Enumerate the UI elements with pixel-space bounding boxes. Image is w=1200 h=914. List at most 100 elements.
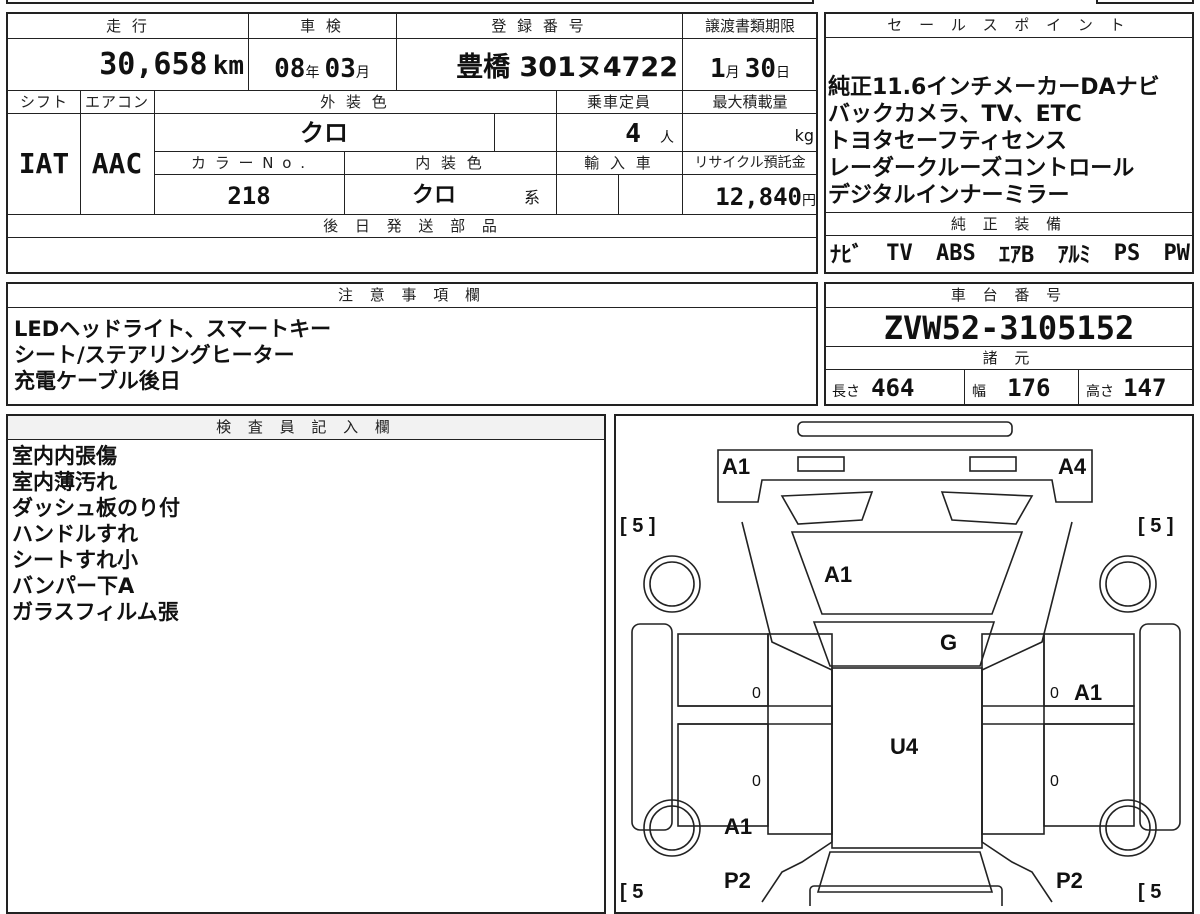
deadline-day: 30: [744, 54, 777, 84]
width-value: 176: [1007, 374, 1051, 402]
inspector-line: ハンドルすれ: [12, 522, 138, 546]
chassis-panel: 車 台 番 号 ZVW52-3105152 諸 元 長さ 464 幅 176 高…: [824, 282, 1194, 406]
car-diagram: A1 A4 A1 G A1 U4 A1 P2 P2 [ 5 ] [ 5 ] [ …: [620, 421, 1181, 906]
mark-left-rear: A1: [724, 814, 752, 839]
length-cell: 長さ 464: [832, 370, 962, 404]
inspection-label: 車 検: [300, 17, 344, 35]
inspector-header: 検 査 員 記 入 欄: [8, 416, 604, 440]
registration-value: 豊橋 301ヌ4722: [456, 52, 678, 83]
inspection-month: 03: [324, 54, 356, 84]
year-unit: 年: [305, 65, 320, 81]
sales-point-line: 純正11.6インチメーカーDAナビ: [828, 75, 1160, 100]
door-mark-left-front: 0: [752, 685, 761, 702]
height-label: 高さ: [1086, 384, 1114, 400]
color-no-value: 218: [227, 182, 271, 210]
registration-label: 登 録 番 号: [491, 17, 587, 35]
recycle-value: 12,840円: [682, 175, 816, 214]
tire-front-left-score: [ 5 ]: [620, 515, 656, 537]
recycle-label: リサイクル預託金: [694, 155, 806, 171]
top-strip-right: [1096, 0, 1194, 4]
notes-list: LEDヘッドライト、スマートキー シート/ステアリングヒーター 充電ケーブル後日: [14, 316, 804, 394]
deadline-month-unit: 月: [725, 65, 740, 81]
height-cell: 高さ 147: [1086, 370, 1190, 404]
equipment-item: ｴｱB: [998, 243, 1035, 268]
mileage-number: 30,658: [99, 47, 208, 82]
length-label: 長さ: [832, 384, 860, 400]
equipment-item: ﾅﾋﾞ: [830, 243, 864, 268]
equipment-item: ｱﾙﾐ: [1057, 243, 1091, 268]
deadline-label: 譲渡書類期限: [704, 17, 795, 35]
mark-rear-left: P2: [724, 868, 751, 893]
later-parts-label: 後 日 発 送 部 品: [323, 217, 503, 235]
mark-rear-right: P2: [1056, 868, 1083, 893]
capacity-number: 4: [625, 119, 641, 149]
capacity-unit: 人: [660, 130, 674, 146]
inspector-line: ダッシュ板のり付: [12, 496, 180, 520]
mileage-value: 30,658 km: [8, 40, 244, 90]
shift-value: IAT: [18, 147, 70, 180]
month-unit: 月: [355, 65, 370, 81]
notes-header: 注 意 事 項 欄: [8, 284, 816, 308]
interior-color-value: クロ: [411, 183, 456, 208]
exterior-color-value: クロ: [300, 119, 348, 147]
inspector-line: 室内内張傷: [12, 444, 117, 468]
notes-panel: 注 意 事 項 欄 LEDヘッドライト、スマートキー シート/ステアリングヒータ…: [6, 282, 818, 406]
inspection-value: 08年 03月: [248, 40, 396, 90]
shift-label: シフト: [19, 93, 68, 111]
mark-roof: U4: [890, 734, 919, 759]
recycle-number: 12,840: [715, 183, 802, 211]
sales-point-line: トヨタセーフティセンス: [828, 129, 1067, 154]
note-line: 充電ケーブル後日: [14, 369, 181, 393]
aircon-value: AAC: [91, 147, 143, 180]
sales-points-list: 純正11.6インチメーカーDAナビ バックカメラ、TV、ETC トヨタセーフティ…: [828, 74, 1190, 209]
chassis-number: ZVW52-3105152: [883, 309, 1135, 347]
tire-front-right-score: [ 5 ]: [1138, 515, 1174, 537]
spec-header: 諸 元: [982, 349, 1036, 367]
recycle-unit: 円: [802, 193, 816, 209]
vehicle-info-table: 走 行 車 検 登 録 番 号 譲渡書類期限 30,658 km 08年 03月…: [6, 12, 818, 274]
max-load-label: 最大積載量: [712, 93, 788, 111]
capacity-value: 4 人: [556, 114, 682, 152]
equipment-item: TV: [886, 240, 913, 266]
equipment-item: PS: [1113, 240, 1141, 266]
capacity-label: 乗車定員: [586, 93, 651, 111]
inspector-line: バンパー下A: [12, 574, 135, 598]
mileage-label: 走 行: [106, 17, 150, 35]
sales-point-line: デジタルインナーミラー: [828, 183, 1070, 208]
equipment-list: ﾅﾋﾞ TV ABS ｴｱB ｱﾙﾐ PS PW: [830, 236, 1190, 270]
inspection-year: 08: [274, 54, 306, 84]
equipment-item: ABS: [935, 240, 976, 266]
inspector-panel: 検 査 員 記 入 欄 室内内張傷 室内薄汚れ ダッシュ板のり付 ハンドルすれ …: [6, 414, 606, 914]
door-mark-right-front: 0: [1050, 685, 1059, 702]
aircon-label: エアコン: [84, 93, 149, 111]
width-cell: 幅 176: [972, 370, 1076, 404]
mileage-unit: km: [212, 51, 244, 81]
deadline-day-unit: 日: [776, 65, 791, 81]
mark-front-left: A1: [722, 454, 750, 479]
mark-windshield: G: [940, 630, 957, 655]
equipment-header: 純 正 装 備: [950, 215, 1068, 233]
color-no-label: カ ラ ー N o .: [190, 154, 307, 172]
later-parts-value: [8, 238, 818, 272]
inspector-line: ガラスフィルム張: [12, 600, 179, 624]
deadline-month: 1: [709, 54, 726, 84]
sales-points-panel: セ ー ル ス ポ イ ン ト 純正11.6インチメーカーDAナビ バックカメラ…: [824, 12, 1194, 274]
deadline-value: 1月 30日: [682, 40, 818, 90]
inspector-list: 室内内張傷 室内薄汚れ ダッシュ板のり付 ハンドルすれ シートすれ小 バンパー下…: [12, 443, 592, 625]
mark-right-front-door: A1: [1074, 680, 1102, 705]
inspector-line: シートすれ小: [12, 548, 138, 572]
top-strip: [6, 0, 814, 4]
car-diagram-panel: A1 A4 A1 G A1 U4 A1 P2 P2 [ 5 ] [ 5 ] [ …: [614, 414, 1194, 914]
mark-hood: A1: [824, 562, 852, 587]
inspector-line: 室内薄汚れ: [12, 470, 117, 494]
note-line: シート/ステアリングヒーター: [14, 343, 295, 367]
door-mark-right-rear: 0: [1050, 773, 1059, 790]
sales-points-header: セ ー ル ス ポ イ ン ト: [826, 14, 1192, 38]
import-label: 輸 入 車: [584, 154, 654, 172]
door-mark-left-rear: 0: [752, 773, 761, 790]
mark-front-right: A4: [1058, 454, 1087, 479]
exterior-color-label: 外 装 色: [320, 93, 390, 111]
sales-point-line: レーダークルーズコントロール: [828, 156, 1135, 181]
length-value: 464: [871, 374, 915, 402]
equipment-item: PW: [1163, 240, 1190, 266]
